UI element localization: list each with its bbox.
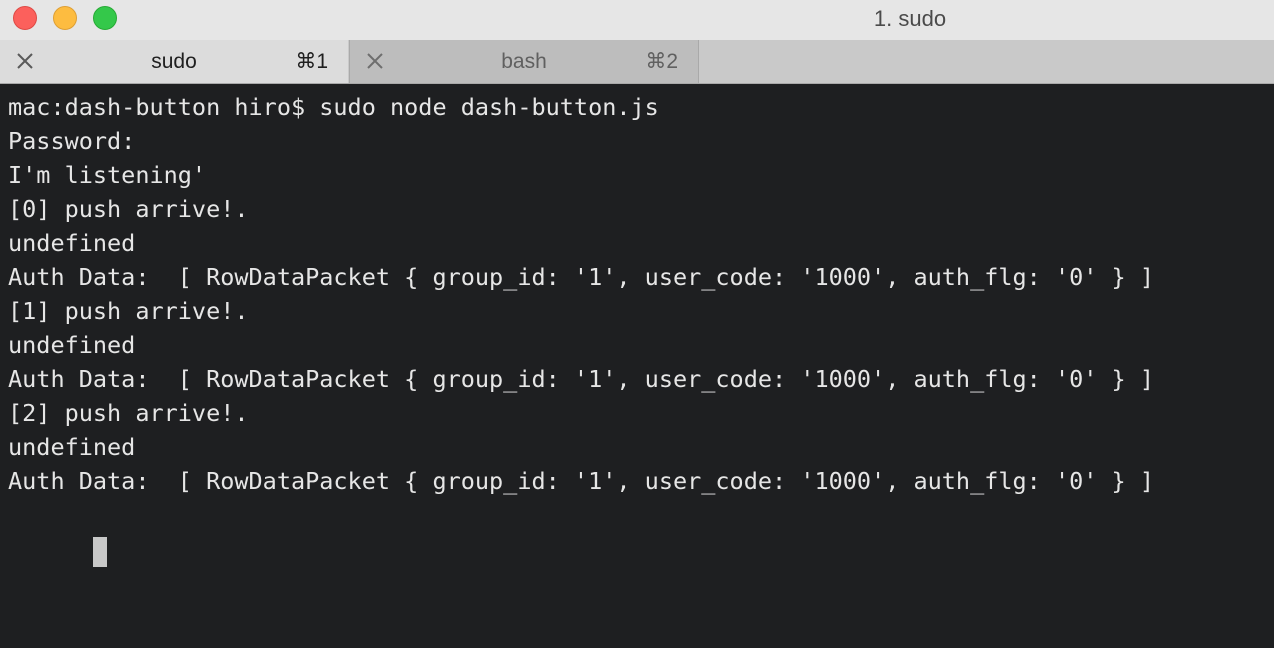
terminal-line: mac:dash-button hiro$ sudo node dash-but… xyxy=(8,93,659,121)
terminal-line: I'm listening' xyxy=(8,161,207,189)
terminal-line: [2] push arrive!. xyxy=(8,399,249,427)
terminal-line: [0] push arrive!. xyxy=(8,195,249,223)
prompt-line[interactable] xyxy=(8,498,1274,567)
terminal-line: Auth Data: [ RowDataPacket { group_id: '… xyxy=(8,365,1155,393)
terminal-line: Auth Data: [ RowDataPacket { group_id: '… xyxy=(8,263,1155,291)
terminal-line: undefined xyxy=(8,229,136,257)
tab-bar: sudo ⌘1 bash ⌘2 xyxy=(0,40,1274,84)
terminal-line: [1] push arrive!. xyxy=(8,297,249,325)
tab-bash[interactable]: bash ⌘2 xyxy=(349,40,699,83)
window-title: 1. sudo xyxy=(873,6,947,31)
tab-sudo[interactable]: sudo ⌘1 xyxy=(0,40,348,83)
text-cursor xyxy=(92,536,107,567)
tab-shortcut: ⌘1 xyxy=(295,50,328,73)
tab-shortcut: ⌘2 xyxy=(645,50,678,73)
terminal-window: 1. sudo sudo ⌘1 bash ⌘2 mac:dash-button … xyxy=(0,0,1274,648)
terminal-line: undefined xyxy=(8,433,136,461)
terminal-output[interactable]: mac:dash-button hiro$ sudo node dash-but… xyxy=(0,84,1274,648)
terminal-line: Auth Data: [ RowDataPacket { group_id: '… xyxy=(8,467,1155,495)
terminal-line: undefined xyxy=(8,331,136,359)
title-bar[interactable]: 1. sudo xyxy=(0,0,1274,40)
terminal-line: Password: xyxy=(8,127,136,155)
